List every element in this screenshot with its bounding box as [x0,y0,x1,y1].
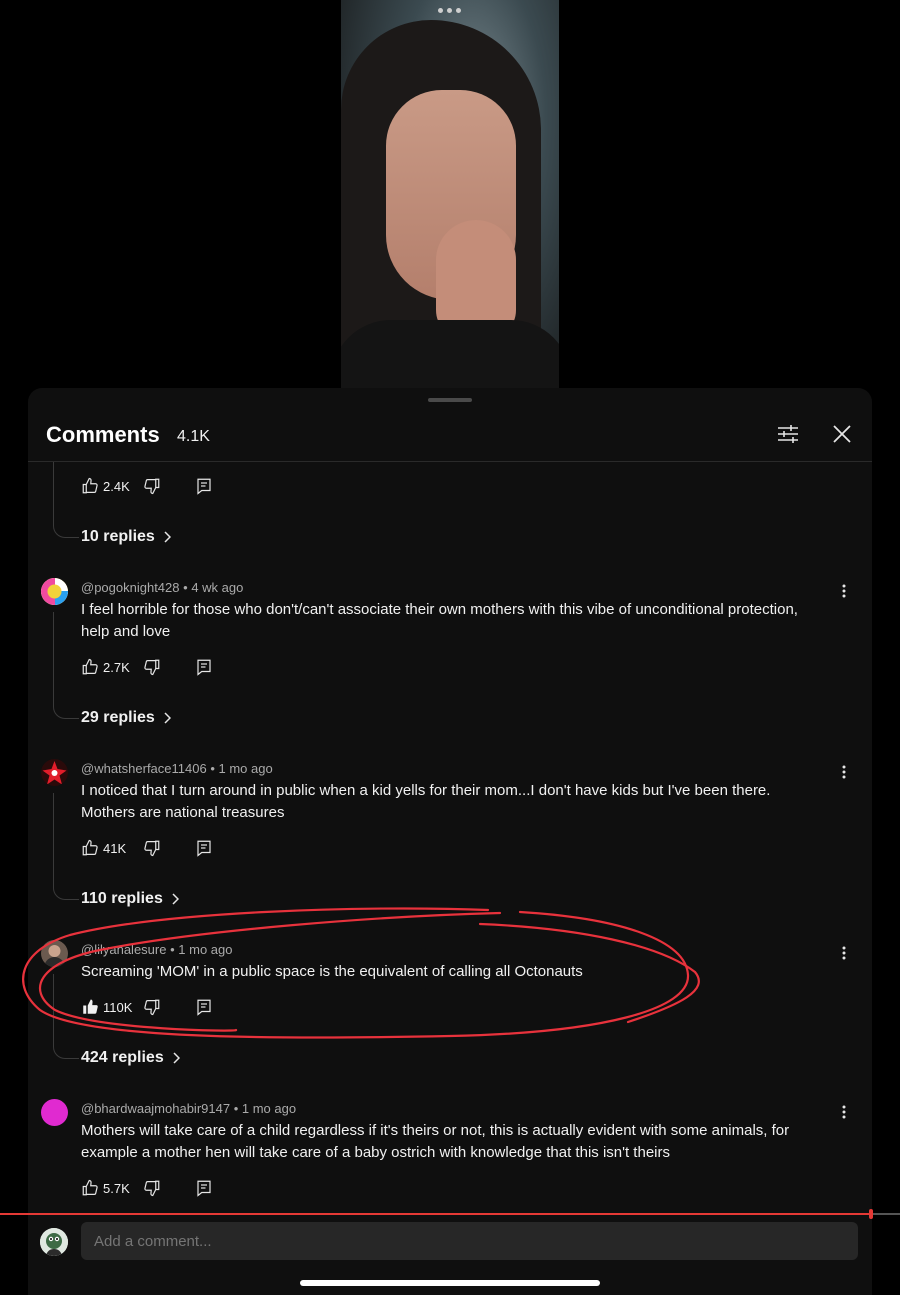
comment-author[interactable]: @bhardwaajmohabir9147 [81,1101,230,1116]
comment-text: I feel horrible for those who don't/can'… [81,601,798,640]
comment-age: 1 mo ago [218,761,273,776]
more-vert-icon[interactable] [840,583,848,599]
comment-author[interactable]: @pogoknight428 [81,580,180,595]
replies-count: 10 replies [81,528,155,545]
comment-meta: @lilyanalesure • 1 mo ago [81,942,232,957]
avatar[interactable] [41,1099,68,1126]
view-replies-link[interactable]: 10 replies [81,528,171,546]
close-icon[interactable] [830,422,854,446]
comments-header: Comments 4.1K [28,418,872,462]
view-replies-link[interactable]: 110 replies [81,890,179,908]
video-menu-dots-icon[interactable] [438,8,461,13]
like-count: 110K [103,999,133,1015]
comment-meta: @whatsherface11406 • 1 mo ago [81,761,273,776]
chevron-right-icon [164,712,171,724]
home-indicator[interactable] [300,1280,600,1286]
like-count: 41K [103,840,127,856]
thumbs-up-icon[interactable] [81,1179,99,1197]
more-vert-icon[interactable] [840,764,848,780]
comment-icon[interactable] [195,998,213,1016]
replies-count: 110 replies [81,890,163,907]
like-count: 2.7K [103,659,130,675]
thumbs-up-icon[interactable] [81,477,99,495]
more-vert-icon[interactable] [840,945,848,961]
comments-sheet: Comments 4.1K 2.4K 10 replies @pogoknigh… [28,388,872,1295]
thread-line [53,462,79,538]
avatar[interactable] [41,940,68,967]
comment-age: 1 mo ago [241,1101,297,1116]
more-vert-icon[interactable] [840,1104,848,1120]
meta-separator: • [183,580,188,595]
comment-age: 4 wk ago [191,580,244,595]
like-count: 5.7K [103,1180,130,1196]
add-comment-input[interactable] [81,1222,858,1260]
meta-separator: • [233,1101,239,1116]
comment-actions: 110K [81,995,213,1019]
view-replies-link[interactable]: 424 replies [81,1049,180,1067]
video-frame-shirt [341,320,559,388]
comment-actions: 2.4K [81,474,213,498]
video-player[interactable] [341,0,559,388]
like-count: 2.4K [103,478,130,494]
comment-author[interactable]: @whatsherface11406 [81,761,207,776]
comments-list[interactable]: 2.4K 10 replies @pogoknight428 • 4 wk ag… [28,462,872,1214]
chevron-right-icon [164,531,171,543]
drag-handle[interactable] [428,398,472,402]
comments-count: 4.1K [177,428,210,445]
thread-line [53,793,79,900]
thumbs-down-icon[interactable] [143,839,161,857]
comment-meta: @pogoknight428 • 4 wk ago [81,580,243,595]
video-progress-bar[interactable] [0,1213,872,1215]
comment-icon[interactable] [195,658,213,676]
meta-separator: • [210,761,215,776]
video-progress-remaining [872,1213,900,1215]
replies-count: 424 replies [81,1049,164,1066]
thumbs-down-icon[interactable] [143,658,161,676]
thumbs-down-icon[interactable] [143,477,161,495]
thumbs-up-icon[interactable] [81,839,99,857]
comment-text: I noticed that I turn around in public w… [81,782,771,821]
thumbs-down-icon[interactable] [143,998,161,1016]
comment-icon[interactable] [195,839,213,857]
comment-actions: 5.7K [81,1176,213,1200]
avatar[interactable] [41,578,68,605]
meta-separator: • [170,942,175,957]
avatar[interactable] [41,759,68,786]
comment-actions: 2.7K [81,655,213,679]
thumbs-up-filled-icon[interactable] [81,998,99,1016]
sliders-icon[interactable] [776,422,800,446]
video-progress-scrubber[interactable] [869,1209,873,1219]
replies-count: 29 replies [81,709,155,726]
comment-text: Mothers will take care of a child regard… [81,1122,790,1161]
comment-meta: @bhardwaajmohabir9147 • 1 mo ago [81,1101,296,1116]
thread-line [53,612,79,719]
app-screen: Comments 4.1K 2.4K 10 replies @pogoknigh… [0,0,900,1295]
comment-icon[interactable] [195,477,213,495]
chevron-right-icon [172,893,179,905]
thumbs-down-icon[interactable] [143,1179,161,1197]
chevron-right-icon [173,1052,180,1064]
comment-text: Screaming 'MOM' in a public space is the… [81,963,583,980]
thumbs-up-icon[interactable] [81,658,99,676]
user-avatar [40,1228,68,1256]
comment-icon[interactable] [195,1179,213,1197]
thread-line [53,974,79,1059]
comment-actions: 41K [81,836,213,860]
comment-author[interactable]: @lilyanalesure [81,942,166,957]
comment-age: 1 mo ago [178,942,233,957]
view-replies-link[interactable]: 29 replies [81,709,171,727]
comments-title: Comments [46,422,160,447]
